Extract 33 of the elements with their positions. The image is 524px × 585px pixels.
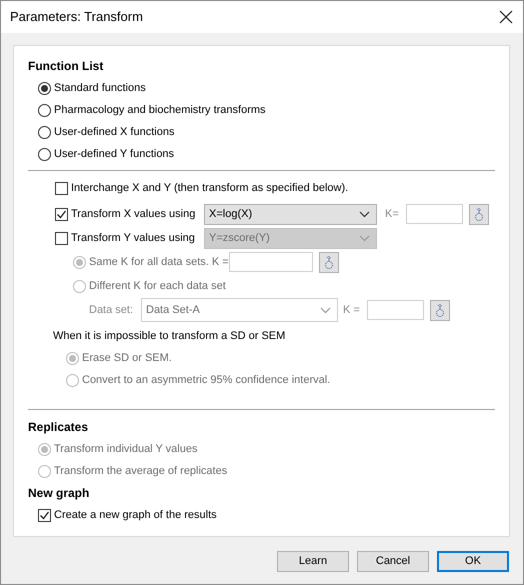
radio-option[interactable]: User-defined Y functions xyxy=(38,146,174,162)
radio-option[interactable]: Pharmacology and biochemistry transforms xyxy=(38,102,266,118)
dotted-hook-icon xyxy=(324,254,334,270)
dialog-button[interactable]: Learn xyxy=(277,551,349,572)
function-dropdown[interactable]: X=log(X) xyxy=(204,204,377,224)
picker-button[interactable] xyxy=(318,252,339,272)
radio-option[interactable]: User-defined X functions xyxy=(38,124,174,140)
radio-option[interactable]: Standard functions xyxy=(38,80,146,96)
window-title: Parameters: Transform xyxy=(10,8,143,26)
k-input-field[interactable] xyxy=(366,300,424,320)
k-label: K= xyxy=(385,206,399,222)
caret-icon xyxy=(359,234,370,242)
caret-icon xyxy=(359,210,370,218)
dotted-hook-icon xyxy=(474,206,484,222)
dialog-button[interactable]: OK xyxy=(437,551,509,572)
section-heading: Function List xyxy=(28,58,104,75)
checkbox[interactable]: Interchange X and Y (then transform as specified below). xyxy=(55,180,348,196)
check-icon xyxy=(56,208,67,220)
close-icon xyxy=(499,10,513,24)
dialog-button[interactable]: Cancel xyxy=(357,551,429,572)
picker-button[interactable] xyxy=(468,204,489,224)
section-label: When it is impossible to transform a SD or SEM xyxy=(53,328,286,344)
check-icon xyxy=(39,510,50,520)
checkbox[interactable]: Create a new graph of the results xyxy=(38,506,217,524)
caret-icon xyxy=(320,306,331,314)
data-set-label: Data set: xyxy=(89,302,134,318)
section-heading: Replicates xyxy=(28,419,90,436)
section-heading: New graph xyxy=(28,485,90,502)
dotted-hook-icon xyxy=(434,302,445,318)
k-input-field[interactable] xyxy=(406,204,463,224)
picker-button[interactable] xyxy=(430,300,450,320)
k-label: K = xyxy=(343,302,360,318)
checkbox[interactable]: Transform X values using xyxy=(55,206,204,222)
